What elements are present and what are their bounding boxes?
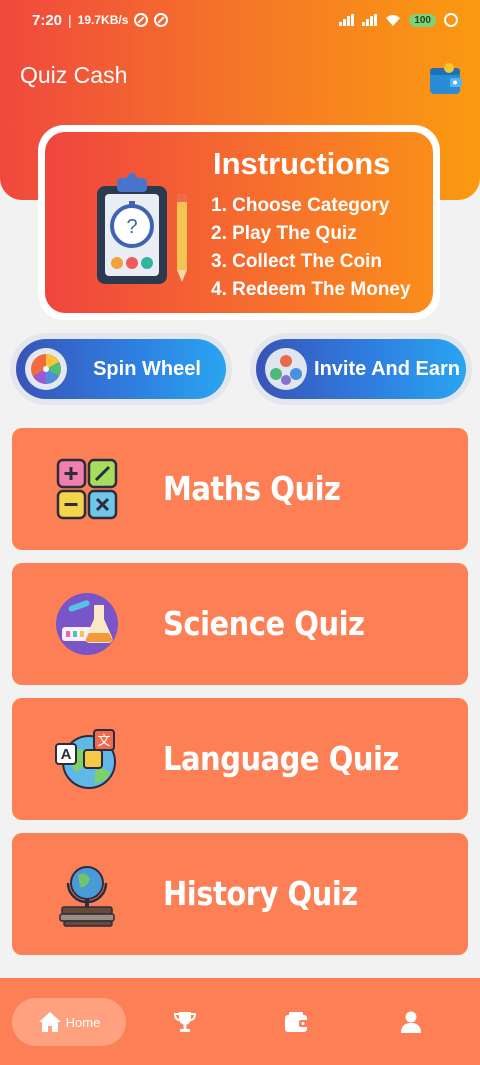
instructions-panel: ? Instructions 1. Choose Category 2. Pla…	[45, 132, 433, 313]
invite-and-earn-label: Invite And Earn	[314, 357, 460, 380]
nav-profile[interactable]	[396, 1008, 426, 1036]
notification-blocked-icon	[154, 13, 169, 27]
science-icon	[56, 593, 118, 655]
history-quiz-label: History Quiz	[163, 874, 358, 914]
maths-quiz-label: Maths Quiz	[163, 469, 341, 509]
status-speed: 19.7KB/s	[77, 13, 129, 27]
trophy-icon	[173, 1012, 197, 1032]
battery-indicator: 100	[409, 13, 436, 27]
language-quiz-card[interactable]: A 文 Language Quiz	[12, 698, 468, 820]
bottom-nav: Home	[0, 978, 480, 1065]
history-icon	[59, 866, 115, 927]
instructions-title: Instructions	[213, 146, 391, 181]
status-bar: 7:20 | 19.7KB/s 100	[0, 0, 480, 40]
history-quiz-card[interactable]: History Quiz	[12, 833, 468, 955]
nav-home[interactable]: Home	[12, 998, 126, 1046]
svg-text:A: A	[61, 746, 72, 763]
wallet-icon	[285, 1012, 309, 1032]
spin-wheel-icon	[25, 348, 67, 390]
signal-icon-2	[362, 14, 378, 26]
spin-wheel-button[interactable]: Spin Wheel	[16, 339, 226, 399]
header-wallet-button[interactable]	[428, 62, 462, 96]
instruction-step: 2. Play The Quiz	[211, 223, 357, 244]
wifi-icon	[386, 14, 401, 26]
instruction-step: 1. Choose Category	[211, 195, 390, 216]
language-quiz-label: Language Quiz	[163, 739, 399, 779]
instructions-steps: 1. Choose Category 2. Play The Quiz 3. C…	[211, 192, 411, 304]
profile-icon	[401, 1011, 421, 1033]
science-quiz-label: Science Quiz	[163, 604, 365, 644]
science-quiz-card[interactable]: Science Quiz	[12, 563, 468, 685]
alarm-icon	[444, 13, 458, 27]
invite-and-earn-button[interactable]: Invite And Earn	[256, 339, 466, 399]
spin-wheel-label: Spin Wheel	[93, 357, 201, 380]
status-time: 7:20	[32, 11, 63, 29]
clipboard-stopwatch-icon: ?	[97, 173, 187, 284]
invite-people-icon	[265, 348, 307, 390]
instructions-card: ? Instructions 1. Choose Category 2. Pla…	[38, 125, 440, 320]
maths-quiz-card[interactable]: Maths Quiz	[12, 428, 468, 550]
nav-leaderboard[interactable]	[170, 1008, 200, 1036]
nav-wallet[interactable]	[282, 1008, 312, 1036]
svg-text:?: ?	[126, 216, 137, 238]
language-icon: A 文	[55, 729, 116, 789]
data-saver-icon	[134, 13, 149, 27]
nav-home-label: Home	[65, 1014, 101, 1030]
signal-icon	[339, 14, 355, 26]
home-icon	[38, 1012, 61, 1032]
maths-icon	[56, 458, 118, 520]
wallet-icon	[430, 63, 462, 94]
svg-text:文: 文	[97, 734, 110, 749]
instruction-step: 3. Collect The Coin	[211, 251, 383, 272]
app-title: Quiz Cash	[20, 62, 128, 88]
instruction-step: 4. Redeem The Money	[211, 279, 411, 300]
